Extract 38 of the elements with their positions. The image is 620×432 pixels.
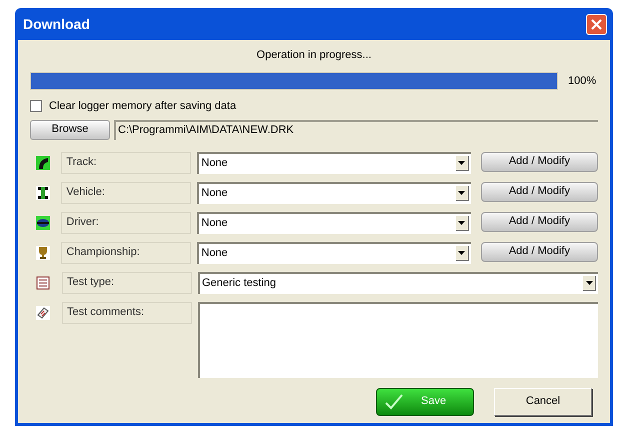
- helmet-icon: [36, 216, 50, 230]
- dropdown-arrow-icon: [458, 251, 466, 255]
- field-label: Driver:: [61, 212, 192, 234]
- dropdown[interactable]: None: [197, 212, 471, 234]
- dropdown-arrow-icon: [458, 161, 466, 165]
- track-icon: [36, 156, 50, 170]
- browse-button[interactable]: Browse: [30, 120, 110, 140]
- status-text: Operation in progress...: [256, 48, 372, 63]
- add-modify-button[interactable]: Add / Modify: [480, 212, 598, 232]
- progress-reading: 100%: [568, 74, 598, 89]
- dropdown-arrow-icon: [586, 281, 592, 285]
- cancel-button[interactable]: Cancel: [494, 388, 592, 416]
- list-icon: [36, 276, 50, 290]
- path-field[interactable]: C:\Programmi\AIM\DATA\NEW.DRK: [114, 120, 598, 140]
- field-label: Track:: [61, 152, 192, 174]
- field-label: Test type:: [62, 272, 192, 294]
- dropdown[interactable]: Generic testing: [198, 272, 598, 294]
- dropdown-arrow-icon: [458, 221, 466, 225]
- dropdown-arrow-icon: [458, 191, 466, 195]
- checkbox[interactable]: [30, 100, 42, 112]
- dropdown[interactable]: None: [197, 242, 471, 264]
- field-label: Vehicle:: [61, 182, 192, 204]
- window-title: Download: [22, 14, 90, 34]
- close-icon: [591, 18, 602, 30]
- field-label: Test comments:: [62, 302, 192, 324]
- car-icon: [36, 186, 50, 200]
- notepad-icon: [36, 306, 50, 320]
- add-modify-button[interactable]: Add / Modify: [480, 182, 598, 202]
- comments-field[interactable]: [198, 302, 598, 378]
- checkbox-label: Clear logger memory after saving data: [49, 99, 236, 114]
- checkmark-icon: [385, 394, 403, 410]
- close-button[interactable]: [586, 14, 607, 34]
- add-modify-button[interactable]: Add / Modify: [480, 152, 598, 172]
- trophy-icon: [36, 246, 50, 260]
- add-modify-button[interactable]: Add / Modify: [480, 242, 598, 262]
- field-label: Championship:: [61, 242, 192, 264]
- dropdown[interactable]: None: [197, 152, 471, 174]
- dropdown[interactable]: None: [197, 182, 471, 204]
